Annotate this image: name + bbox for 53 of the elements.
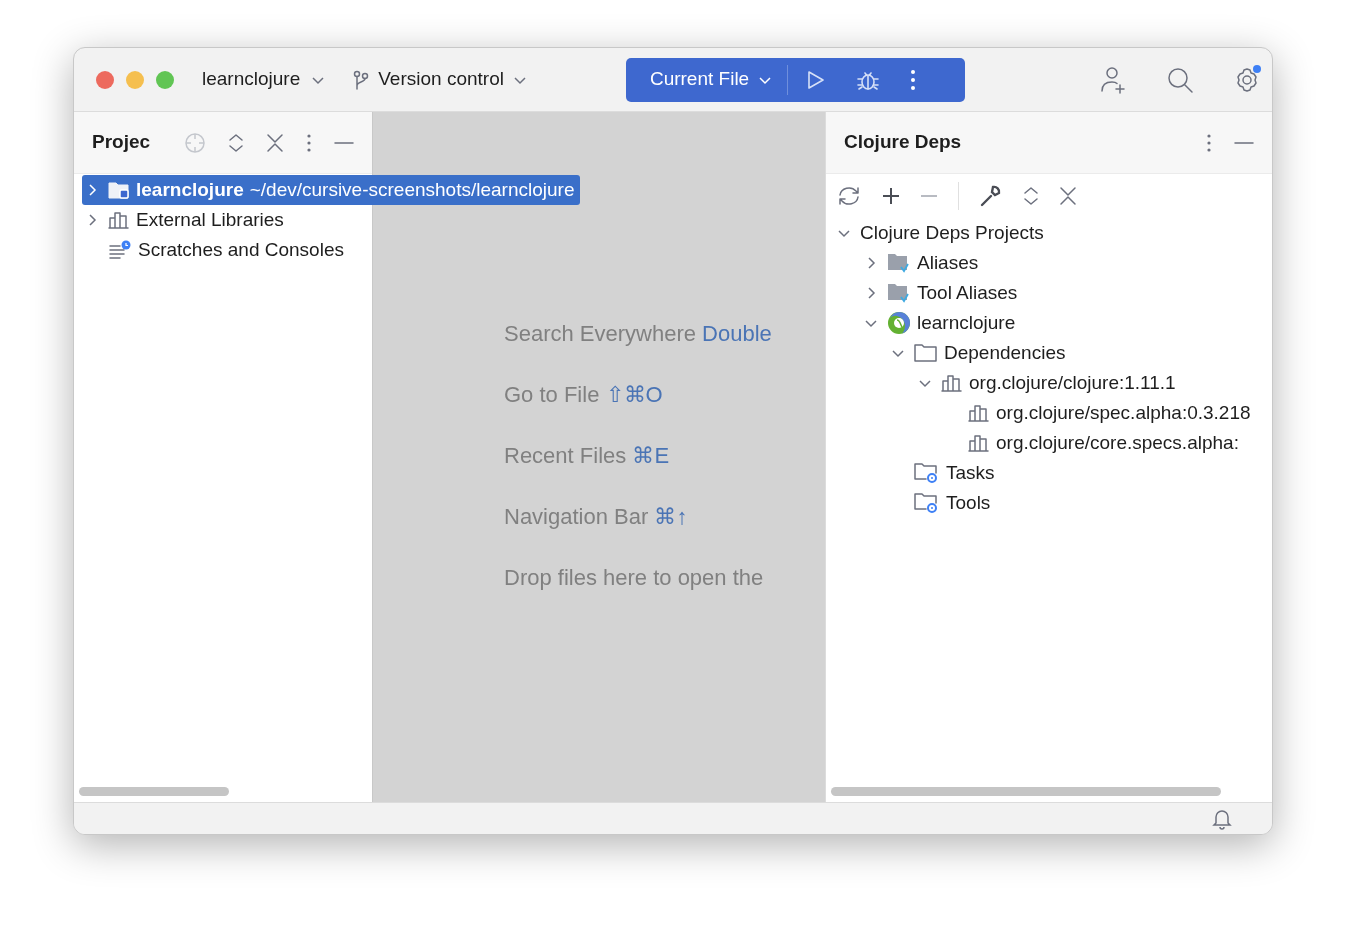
refresh-icon[interactable] (836, 185, 862, 207)
tree-row[interactable]: learnclojure (861, 308, 1022, 338)
vcs-dropdown[interactable]: Version control (352, 65, 528, 94)
more-vertical-icon[interactable] (910, 68, 917, 91)
project-dropdown[interactable]: learnclojure (202, 65, 327, 94)
collapse-all-icon[interactable] (266, 132, 284, 153)
library-icon (968, 433, 990, 453)
branch-icon (352, 69, 371, 90)
tree-row[interactable]: Aliases (861, 248, 985, 278)
expand-all-icon[interactable] (1023, 186, 1039, 206)
tree-row[interactable]: Tasks (888, 458, 1001, 488)
tree-row[interactable]: Dependencies (888, 338, 1072, 368)
search-icon[interactable] (1166, 65, 1194, 94)
tree-row[interactable]: Clojure Deps Projects (834, 218, 1050, 248)
more-vertical-icon[interactable] (306, 132, 312, 153)
tree-row[interactable]: External Libraries (82, 205, 290, 235)
tree-row[interactable]: Tool Aliases (861, 278, 1024, 308)
folder-gear-icon (914, 462, 940, 484)
scratches-icon (108, 240, 132, 260)
folder-check-icon (887, 252, 911, 274)
add-user-icon[interactable] (1100, 64, 1128, 95)
editor-hint: Recent Files ⌘E (504, 442, 671, 470)
tree-row[interactable]: Scratches and Consoles (82, 235, 350, 265)
folder-icon (914, 343, 938, 363)
scrollbar[interactable] (79, 787, 229, 796)
editor-hint: Drop files here to open the (504, 564, 765, 592)
run-configuration-dropdown[interactable]: Current File (625, 57, 788, 102)
more-vertical-icon[interactable] (1206, 132, 1212, 153)
editor-hint: Go to File ⇧⌘O (504, 381, 664, 409)
clojure-logo-icon (887, 311, 911, 335)
wrench-icon[interactable] (979, 184, 1003, 208)
library-icon (968, 403, 990, 423)
tree-row[interactable]: org.clojure/spec.alpha:0.3.218 (942, 398, 1257, 428)
tree-row[interactable]: Tools (888, 488, 997, 518)
add-icon[interactable] (882, 187, 900, 205)
scrollbar[interactable] (831, 787, 1221, 796)
folder-check-icon (887, 282, 911, 304)
minimize-icon[interactable] (334, 140, 354, 145)
library-icon (108, 210, 130, 230)
tree-row[interactable]: org.clojure/core.specs.alpha: (942, 428, 1245, 458)
editor-hint: Navigation Bar ⌘↑ (504, 503, 689, 531)
tree-row[interactable]: org.clojure/clojure:1.11.1 (915, 368, 1182, 398)
panel-title: Clojure Deps (844, 130, 962, 155)
folder-gear-icon (914, 492, 940, 514)
panel-title: Projec (92, 130, 151, 155)
expand-all-icon[interactable] (228, 132, 244, 153)
folder-icon (108, 180, 130, 200)
bell-icon[interactable] (1212, 807, 1232, 830)
library-icon (941, 373, 963, 393)
tree-row[interactable]: learnclojure ~/dev/cursive-screenshots/learnclojure (82, 175, 581, 205)
minimize-icon[interactable] (1234, 140, 1254, 145)
editor-hint: Search Everywhere Double (504, 320, 773, 348)
collapse-all-icon[interactable] (1059, 186, 1077, 206)
